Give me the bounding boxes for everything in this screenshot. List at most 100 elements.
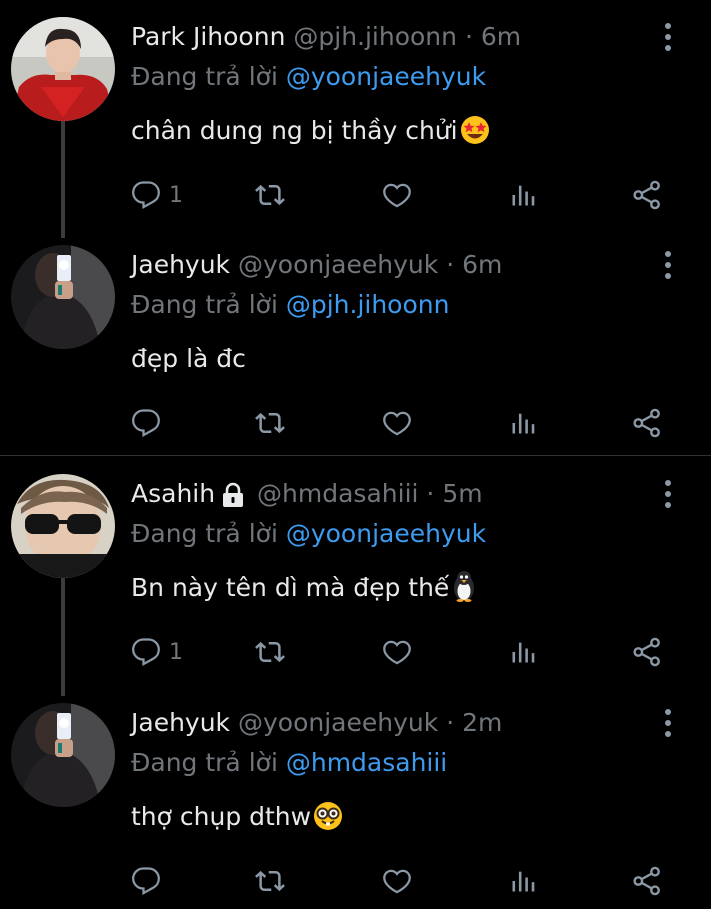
user-handle[interactable]: @hmdasahiii	[257, 479, 418, 508]
share-button[interactable]	[631, 175, 663, 215]
tweet[interactable]: Asahih @hmdasahiii · 5m Đang trả lời @yo…	[0, 474, 711, 674]
like-button[interactable]	[381, 403, 413, 443]
mention-link[interactable]: @yoonjaeehyuk	[286, 519, 486, 548]
more-options-icon[interactable]	[656, 707, 680, 739]
avatar[interactable]	[11, 245, 115, 349]
display-name[interactable]: Jaehyuk	[131, 250, 230, 279]
reply-context: Đang trả lời @hmdasahiii	[131, 743, 447, 783]
user-handle[interactable]: @yoonjaeehyuk	[238, 708, 438, 737]
reply-prefix: Đang trả lời	[131, 290, 278, 319]
nerd-face-emoji	[314, 802, 343, 830]
reply-prefix: Đang trả lời	[131, 519, 278, 548]
tweet[interactable]: Jaehyuk @yoonjaeehyuk · 6m Đang trả lời …	[0, 245, 711, 455]
user-handle[interactable]: @yoonjaeehyuk	[238, 250, 438, 279]
mention-link[interactable]: @yoonjaeehyuk	[286, 62, 486, 91]
tweet-body: Bn này tên dì mà đẹp thế	[131, 573, 450, 602]
tweet-text: Bn này tên dì mà đẹp thế	[131, 568, 477, 608]
views-icon	[509, 409, 537, 437]
reply-context: Đang trả lời @pjh.jihoonn	[131, 285, 449, 325]
reply-button[interactable]: 1	[131, 632, 183, 672]
tweet[interactable]: Jaehyuk @yoonjaeehyuk · 2m Đang trả lời …	[0, 703, 711, 909]
separator: ·	[426, 479, 435, 508]
retweet-icon	[253, 180, 287, 210]
mention-link[interactable]: @hmdasahiii	[286, 748, 447, 777]
timestamp[interactable]: 6m	[462, 250, 502, 279]
avatar[interactable]	[11, 703, 115, 807]
display-name[interactable]: Park Jihoonn	[131, 22, 285, 51]
share-icon	[631, 865, 663, 897]
penguin-emoji	[454, 571, 475, 602]
like-icon	[381, 408, 413, 438]
tweet-header: Jaehyuk @yoonjaeehyuk · 6m	[131, 245, 502, 285]
like-icon	[381, 866, 413, 896]
views-button[interactable]	[509, 861, 537, 901]
like-icon	[381, 637, 413, 667]
retweet-icon	[253, 637, 287, 667]
tweet-text: chân dung ng bị thầy chửi	[131, 111, 490, 151]
retweet-button[interactable]	[253, 175, 287, 215]
separator: ·	[446, 708, 455, 737]
share-button[interactable]	[631, 861, 663, 901]
views-icon	[509, 181, 537, 209]
avatar[interactable]	[11, 17, 115, 121]
reply-icon	[131, 866, 161, 896]
retweet-button[interactable]	[253, 403, 287, 443]
more-options-icon[interactable]	[656, 21, 680, 53]
reply-prefix: Đang trả lời	[131, 748, 278, 777]
action-bar: 1	[131, 175, 671, 215]
like-button[interactable]	[381, 632, 413, 672]
retweet-icon	[253, 408, 287, 438]
mention-link[interactable]: @pjh.jihoonn	[286, 290, 450, 319]
display-name[interactable]: Asahih	[131, 479, 215, 508]
reply-count: 1	[169, 182, 183, 208]
reply-prefix: Đang trả lời	[131, 62, 278, 91]
reply-context: Đang trả lời @yoonjaeehyuk	[131, 514, 486, 554]
reply-button[interactable]	[131, 403, 161, 443]
avatar[interactable]	[11, 474, 115, 578]
more-options-icon[interactable]	[656, 478, 680, 510]
views-button[interactable]	[509, 632, 537, 672]
conversation-divider	[0, 455, 711, 456]
reply-button[interactable]: 1	[131, 175, 183, 215]
separator: ·	[464, 22, 473, 51]
tweet-text: thợ chụp dthw	[131, 797, 343, 837]
star-struck-emoji	[460, 116, 489, 144]
tweet-header: Park Jihoonn @pjh.jihoonn · 6m	[131, 17, 521, 57]
tweet[interactable]: Park Jihoonn @pjh.jihoonn · 6m Đang trả …	[0, 17, 711, 217]
timestamp[interactable]: 6m	[481, 22, 521, 51]
reply-button[interactable]	[131, 861, 161, 901]
more-options-icon[interactable]	[656, 249, 680, 281]
like-button[interactable]	[381, 861, 413, 901]
tweet-header: Asahih @hmdasahiii · 5m	[131, 474, 483, 514]
reply-icon	[131, 637, 161, 667]
reply-icon	[131, 180, 161, 210]
action-bar: 1	[131, 632, 671, 672]
separator: ·	[446, 250, 455, 279]
timestamp[interactable]: 2m	[462, 708, 502, 737]
tweet-body: chân dung ng bị thầy chửi	[131, 116, 458, 145]
like-icon	[381, 180, 413, 210]
tweet-body: đẹp là đc	[131, 344, 246, 373]
user-handle[interactable]: @pjh.jihoonn	[293, 22, 457, 51]
tweet-header: Jaehyuk @yoonjaeehyuk · 2m	[131, 703, 502, 743]
tweet-body: thợ chụp dthw	[131, 802, 312, 831]
share-button[interactable]	[631, 403, 663, 443]
tweet-text: đẹp là đc	[131, 339, 246, 379]
action-bar	[131, 403, 671, 443]
retweet-button[interactable]	[253, 861, 287, 901]
views-button[interactable]	[509, 403, 537, 443]
reply-context: Đang trả lời @yoonjaeehyuk	[131, 57, 486, 97]
display-name[interactable]: Jaehyuk	[131, 708, 230, 737]
share-icon	[631, 407, 663, 439]
views-icon	[509, 867, 537, 895]
share-icon	[631, 636, 663, 668]
retweet-icon	[253, 866, 287, 896]
share-button[interactable]	[631, 632, 663, 672]
share-icon	[631, 179, 663, 211]
retweet-button[interactable]	[253, 632, 287, 672]
lock-icon	[223, 482, 244, 507]
views-button[interactable]	[509, 175, 537, 215]
like-button[interactable]	[381, 175, 413, 215]
views-icon	[509, 638, 537, 666]
timestamp[interactable]: 5m	[442, 479, 482, 508]
